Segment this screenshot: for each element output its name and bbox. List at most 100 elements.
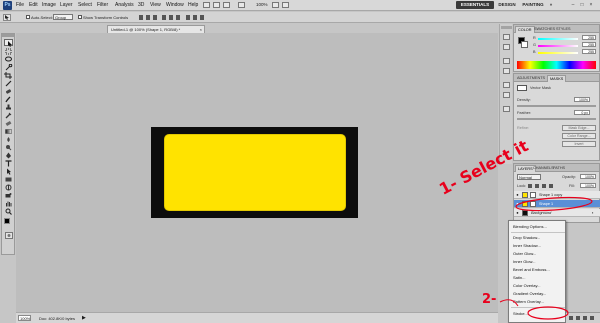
options-bar: Auto-Select: Group Show Transform Contro… bbox=[0, 12, 600, 23]
move-tool-icon[interactable] bbox=[4, 39, 13, 47]
feather-field[interactable]: 0 px bbox=[574, 110, 590, 115]
close-document-icon[interactable]: × bbox=[200, 26, 202, 33]
dodge-tool-icon[interactable] bbox=[4, 144, 13, 151]
tab-styles[interactable]: STYLES bbox=[554, 26, 573, 33]
auto-select-checkbox[interactable] bbox=[26, 15, 30, 19]
color-panel: COLOR SWATCHES STYLES R 255 G 255 B 255 bbox=[513, 24, 600, 72]
clone-stamp-tool-icon[interactable] bbox=[4, 104, 13, 111]
transform-controls-checkbox[interactable] bbox=[78, 15, 82, 19]
paragraph-panel-icon[interactable] bbox=[503, 68, 510, 74]
icon-strip-grip[interactable] bbox=[501, 26, 512, 29]
extras-icon[interactable] bbox=[223, 2, 230, 8]
zoom-tool-icon[interactable] bbox=[4, 208, 13, 215]
document-tab-title: Untitled-1 @ 100% (Shape 1, RGB/8) * bbox=[111, 27, 181, 32]
menu-help[interactable]: Help bbox=[188, 2, 198, 8]
status-zoom-field[interactable]: 100% bbox=[18, 315, 31, 321]
auto-select-dropdown[interactable]: Group bbox=[53, 14, 73, 20]
zoom-level-dropdown[interactable]: 100% bbox=[256, 2, 268, 7]
workspace-essentials-button[interactable]: ESSENTIALS bbox=[456, 1, 494, 9]
workspace-painting-button[interactable]: PAINTING bbox=[520, 1, 546, 9]
channel-b-field[interactable]: 255 bbox=[582, 49, 596, 54]
hand-tool-icon[interactable] bbox=[238, 2, 245, 8]
lasso-tool-icon[interactable] bbox=[4, 56, 13, 63]
color-panel-background-swatch[interactable] bbox=[521, 41, 528, 48]
shape-tool-icon[interactable] bbox=[4, 176, 13, 183]
gradient-tool-icon[interactable] bbox=[4, 128, 13, 135]
menu-analysis[interactable]: Analysis bbox=[115, 2, 134, 8]
align-buttons[interactable] bbox=[138, 14, 208, 21]
character-panel-icon[interactable] bbox=[503, 58, 510, 64]
menu-edit[interactable]: Edit bbox=[29, 2, 38, 8]
workspace-more-button[interactable]: » bbox=[548, 1, 554, 9]
3d-camera-tool-icon[interactable] bbox=[4, 192, 13, 199]
status-menu-arrow-icon[interactable]: ▶ bbox=[82, 315, 86, 321]
crop-tool-icon[interactable] bbox=[4, 72, 13, 79]
hand-tool-icon[interactable] bbox=[4, 200, 13, 207]
stroke-highlight-ellipse bbox=[527, 306, 569, 320]
minimize-button[interactable]: – bbox=[570, 1, 576, 9]
history-brush-tool-icon[interactable] bbox=[4, 112, 13, 119]
toolbox-grip[interactable] bbox=[2, 34, 14, 37]
menu-file[interactable]: File bbox=[16, 2, 24, 8]
yellow-rounded-rectangle-shape[interactable] bbox=[164, 134, 346, 211]
doc-size-info: Doc: 402.8K/0 bytes bbox=[39, 316, 76, 321]
document-tab[interactable]: Untitled-1 @ 100% (Shape 1, RGB/8) * × bbox=[107, 25, 205, 33]
density-slider[interactable] bbox=[517, 105, 596, 107]
step2-arrow bbox=[499, 299, 519, 307]
eraser-tool-icon[interactable] bbox=[4, 120, 13, 127]
eyedropper-tool-icon[interactable] bbox=[4, 80, 13, 87]
foreground-color-swatch[interactable] bbox=[4, 218, 10, 224]
menu-image[interactable]: Image bbox=[42, 2, 56, 8]
feather-slider[interactable] bbox=[517, 118, 596, 120]
channel-g-field[interactable]: 255 bbox=[582, 42, 596, 47]
color-spectrum-ramp[interactable] bbox=[517, 61, 596, 69]
menu-select[interactable]: Select bbox=[78, 2, 92, 8]
actions-panel-icon[interactable] bbox=[503, 44, 510, 50]
info-panel-icon[interactable] bbox=[503, 106, 510, 112]
blur-tool-icon[interactable] bbox=[4, 136, 13, 143]
menu-filter[interactable]: Filter bbox=[97, 2, 108, 8]
quick-selection-tool-icon[interactable] bbox=[4, 64, 13, 71]
toolbox bbox=[1, 33, 15, 255]
close-window-button[interactable]: × bbox=[588, 1, 594, 9]
maximize-button[interactable]: □ bbox=[579, 1, 585, 9]
photoshop-logo: Ps bbox=[3, 1, 12, 10]
transform-controls-label: Show Transform Controls bbox=[83, 15, 129, 20]
mask-edge-button[interactable]: Mask Edge... bbox=[562, 125, 596, 131]
tab-adjustments[interactable]: ADJUSTMENTS bbox=[515, 75, 547, 82]
tab-masks[interactable]: MASKS bbox=[547, 75, 567, 82]
feather-label: Feather: bbox=[517, 111, 532, 115]
move-tool-preset-icon[interactable] bbox=[3, 14, 11, 21]
color-range-button[interactable]: Color Range... bbox=[562, 133, 596, 139]
brush-tool-icon[interactable] bbox=[4, 96, 13, 103]
vector-mask-thumbnail[interactable] bbox=[517, 85, 527, 91]
marquee-tool-icon[interactable] bbox=[4, 48, 13, 55]
arrange-docs-icon[interactable] bbox=[272, 2, 279, 8]
pen-tool-icon[interactable] bbox=[4, 152, 13, 159]
channel-r-slider[interactable] bbox=[538, 38, 578, 40]
workspace-design-button[interactable]: DESIGN bbox=[497, 1, 517, 9]
path-selection-tool-icon[interactable] bbox=[4, 168, 13, 175]
invert-button[interactable]: Invert bbox=[562, 141, 596, 147]
menu-layer[interactable]: Layer bbox=[60, 2, 73, 8]
healing-brush-tool-icon[interactable] bbox=[4, 88, 13, 95]
density-field[interactable]: 100% bbox=[574, 97, 590, 102]
screen-mode-icon[interactable] bbox=[282, 2, 289, 8]
type-tool-icon[interactable] bbox=[4, 160, 13, 167]
channel-r-field[interactable]: 255 bbox=[582, 35, 596, 40]
channel-b-label: B bbox=[533, 50, 536, 54]
bridge-icon[interactable] bbox=[203, 2, 210, 8]
menu-view[interactable]: View bbox=[150, 2, 161, 8]
auto-select-label: Auto-Select: bbox=[31, 15, 53, 20]
quick-mask-icon[interactable] bbox=[5, 232, 13, 239]
history-panel-icon[interactable] bbox=[503, 34, 510, 40]
brush-presets-panel-icon[interactable] bbox=[503, 82, 510, 88]
channel-b-slider[interactable] bbox=[538, 52, 578, 54]
status-bar: 100% Doc: 402.8K/0 bytes ▶ bbox=[16, 312, 498, 323]
menu-3d[interactable]: 3D bbox=[138, 2, 144, 8]
clone-source-panel-icon[interactable] bbox=[503, 92, 510, 98]
3d-rotate-tool-icon[interactable] bbox=[4, 184, 13, 191]
channel-g-slider[interactable] bbox=[538, 45, 578, 47]
minibridge-icon[interactable] bbox=[213, 2, 220, 8]
menu-window[interactable]: Window bbox=[166, 2, 184, 8]
